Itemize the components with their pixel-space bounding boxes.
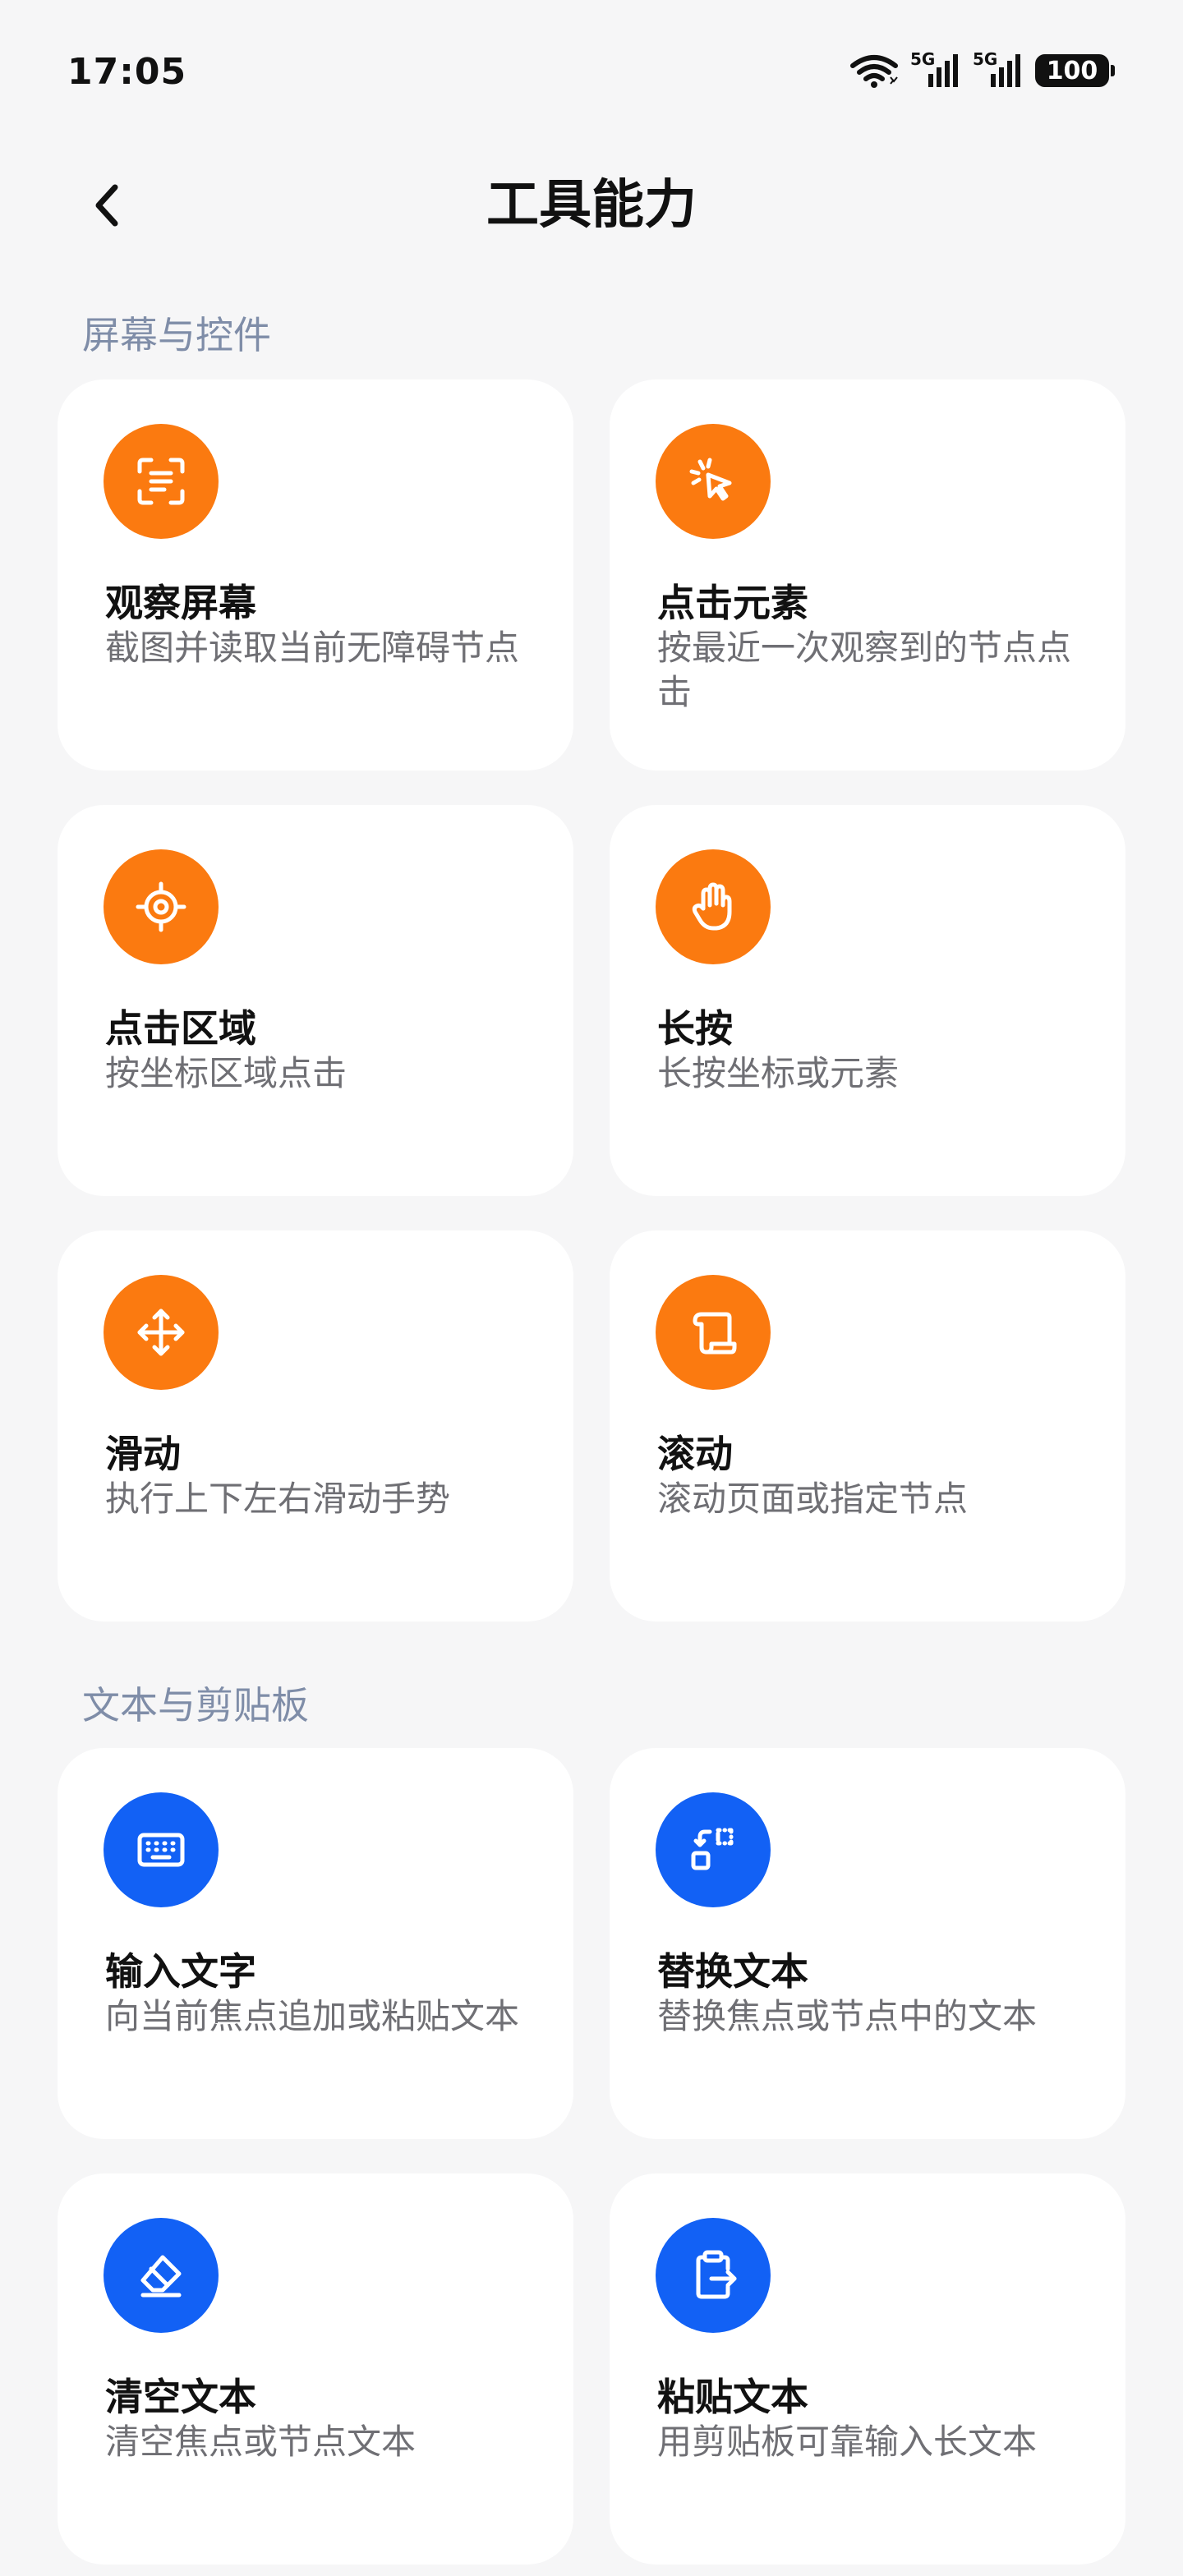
page-title: 工具能力 [486,175,697,236]
replace-icon [656,1792,771,1907]
tool-card-paste-text[interactable]: 粘贴文本 用剪贴板可靠输入长文本 [610,2174,1125,2564]
tool-card-swipe[interactable]: 滑动 执行上下左右滑动手势 [58,1230,573,1622]
move-arrows-icon [104,1275,219,1390]
card-description: 滚动页面或指定节点 [657,1479,969,1519]
tool-grid-screen-controls: 观察屏幕 截图并读取当前无障碍节点 点击元素 按最近一次观察到的节点点击 点击区… [58,380,1125,1622]
card-description: 按最近一次观察到的节点点击 [657,628,1072,712]
card-description: 截图并读取当前无障碍节点 [105,628,520,668]
crosshair-icon [104,849,219,964]
card-description: 清空焦点或节点文本 [105,2422,417,2462]
card-title: 滚动 [657,1432,733,1476]
section-title-screen-controls: 屏幕与控件 [82,313,271,357]
card-description: 用剪贴板可靠输入长文本 [657,2422,1038,2462]
card-title: 点击元素 [657,581,808,625]
eraser-icon [104,2218,219,2333]
card-title: 输入文字 [105,1949,256,1994]
tool-grid-text-clipboard: 输入文字 向当前焦点追加或粘贴文本 替换文本 替换焦点或节点中的文本 清空文本 … [58,1748,1125,2564]
card-description: 向当前焦点追加或粘贴文本 [105,1996,520,2036]
status-bar: 17:05 5G 5G 100 [0,0,1183,148]
card-title: 点击区域 [105,1006,256,1051]
tool-card-input-text[interactable]: 输入文字 向当前焦点追加或粘贴文本 [58,1748,573,2139]
wifi-icon [850,55,898,88]
tool-card-tap-element[interactable]: 点击元素 按最近一次观察到的节点点击 [610,380,1125,770]
cell-signal-1: 5G [910,49,961,89]
tool-card-scroll[interactable]: 滚动 滚动页面或指定节点 [610,1230,1125,1622]
tool-card-replace-text[interactable]: 替换文本 替换焦点或节点中的文本 [610,1748,1125,2139]
tool-card-tap-area[interactable]: 点击区域 按坐标区域点击 [58,805,573,1196]
scan-text-icon [104,424,219,539]
status-icons: 5G 5G 100 [849,49,1115,89]
signal-bars-icon [991,54,1020,87]
tool-card-clear-text[interactable]: 清空文本 清空焦点或节点文本 [58,2174,573,2564]
battery-indicator: 100 [1035,54,1115,87]
card-title: 滑动 [105,1432,181,1476]
cell-signal-2: 5G [973,49,1024,89]
card-title: 清空文本 [105,2375,256,2419]
clipboard-paste-icon [656,2218,771,2333]
hand-icon [656,849,771,964]
card-description: 按坐标区域点击 [105,1053,348,1093]
status-time: 17:05 [67,51,187,93]
tool-card-observe-screen[interactable]: 观察屏幕 截图并读取当前无障碍节点 [58,380,573,770]
signal-bars-icon [928,54,958,87]
card-title: 长按 [657,1006,733,1051]
keyboard-icon [104,1792,219,1907]
scroll-icon [656,1275,771,1390]
card-title: 替换文本 [657,1949,808,1994]
card-description: 替换焦点或节点中的文本 [657,1996,1038,2036]
card-description: 执行上下左右滑动手势 [105,1479,451,1519]
card-title: 粘贴文本 [657,2375,808,2419]
card-title: 观察屏幕 [105,581,256,625]
cursor-click-icon [656,424,771,539]
section-title-text-clipboard: 文本与剪贴板 [82,1683,309,1727]
header: 工具能力 [0,156,1183,255]
tool-card-long-press[interactable]: 长按 长按坐标或元素 [610,805,1125,1196]
card-description: 长按坐标或元素 [657,1053,900,1093]
